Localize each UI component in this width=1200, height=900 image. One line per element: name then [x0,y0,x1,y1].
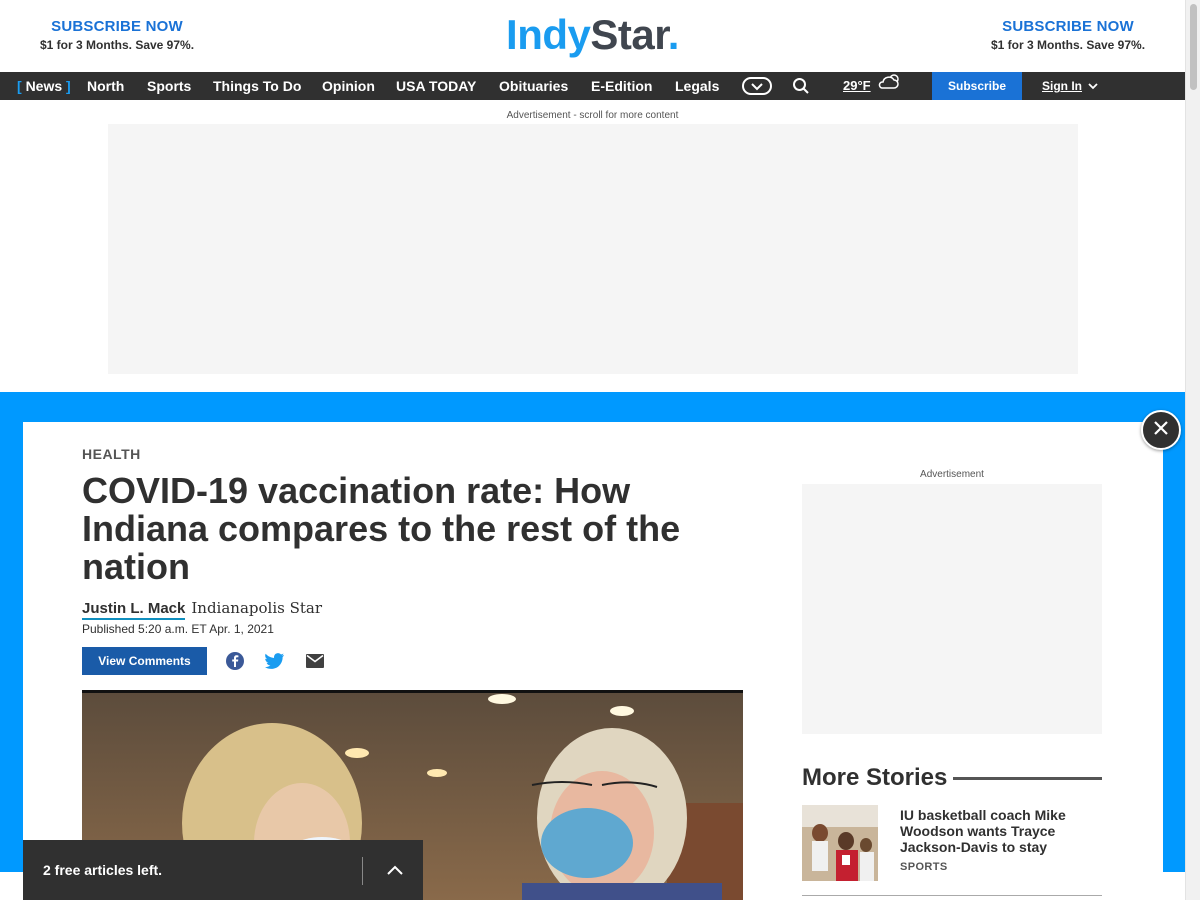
active-bracket-close: ] [66,78,71,94]
author-organization: Indianapolis Star [191,599,323,617]
rail-advertisement-label: Advertisement [920,469,984,480]
published-date: Published 5:20 a.m. ET Apr. 1, 2021 [82,622,274,636]
more-stories-rule [953,776,1102,780]
page-scrollbar[interactable] [1185,0,1200,900]
subscribe-promo-right[interactable]: SUBSCRIBE NOW $1 for 3 Months. Save 97%. [958,18,1178,52]
byline: Justin L. Mack Indianapolis Star [82,599,322,620]
advertisement-label: Advertisement - scroll for more content [506,110,679,121]
nav-item-label: Things To Do [213,78,302,94]
sign-in-label: Sign In [1042,79,1082,93]
logo-part-indy: Indy [506,11,591,58]
story-divider [802,895,1102,896]
promo-subtitle: $1 for 3 Months. Save 97%. [990,38,1146,52]
nav-item-sports[interactable]: Sports [147,72,191,100]
nav-item-label: North [87,78,125,94]
nav-item-label: Sports [147,78,192,94]
nav-item-opinion[interactable]: Opinion [322,72,375,100]
nav-item-label: Legals [675,78,720,94]
weather-cloud-icon [877,72,903,100]
weather-temperature: 29°F [843,78,871,93]
email-icon[interactable] [304,651,326,671]
nav-item-label: USA TODAY [396,78,477,94]
nav-item-usa-today[interactable]: USA TODAY [396,72,476,100]
story-section: SPORTS [900,861,948,873]
chevron-up-icon[interactable] [383,860,407,880]
nav-item-e-edition[interactable]: E-Edition [591,72,652,100]
more-stories-heading: More Stories [802,764,1102,792]
view-comments-button[interactable]: View Comments [82,647,207,675]
facebook-icon[interactable] [224,651,246,671]
advertisement-banner [108,124,1078,374]
story-thumbnail [802,805,878,881]
free-articles-meter: 2 free articles left. [23,840,423,900]
active-bracket-open: [ [17,78,22,94]
logo-dot: . [667,11,680,58]
article-headline: COVID-19 vaccination rate: How Indiana c… [82,470,681,587]
article-modal: HEALTH COVID-19 vaccination rate: How In… [23,422,1163,900]
close-button[interactable] [1141,410,1181,450]
nav-item-label: News [25,78,63,94]
logo-part-star: Star [590,11,668,58]
author-link[interactable]: Justin L. Mack [82,600,186,620]
nav-item-label: Obituaries [499,78,569,94]
story-headline[interactable]: IU basketball coach Mike Woodson wants T… [900,807,1100,855]
chevron-down-icon [1088,72,1098,100]
subscribe-button[interactable]: Subscribe [932,72,1022,100]
page: SUBSCRIBE NOW $1 for 3 Months. Save 97%.… [0,0,1200,900]
sign-in-button[interactable]: Sign In [1042,72,1098,100]
promo-title: SUBSCRIBE NOW [1002,18,1134,35]
masthead: SUBSCRIBE NOW $1 for 3 Months. Save 97%.… [0,0,1185,72]
twitter-icon[interactable] [264,651,286,671]
more-stories-item[interactable]: IU basketball coach Mike Woodson wants T… [802,805,1102,881]
nav-item-north[interactable]: North [87,72,124,100]
nav-item-legals[interactable]: Legals [675,72,719,100]
search-icon[interactable] [785,76,817,96]
more-stories-title: More Stories [802,764,948,791]
nav-item-things-to-do[interactable]: Things To Do [213,72,301,100]
section-label[interactable]: HEALTH [82,446,141,462]
nav-item-label: E-Edition [591,78,653,94]
free-articles-text: 2 free articles left. [43,862,163,878]
nav-item-label: Opinion [322,78,375,94]
weather-widget[interactable]: 29°F [843,72,903,100]
nav-item-obituaries[interactable]: Obituaries [499,72,568,100]
scrollbar-thumb[interactable] [1190,4,1197,90]
main-nav: [ News ] North Sports Things To Do Opini… [0,72,1185,100]
meter-divider [362,857,363,885]
close-icon [1154,420,1168,440]
nav-item-news[interactable]: [ News ] [17,72,71,100]
rail-advertisement [802,484,1102,734]
more-menu-icon[interactable] [741,76,773,96]
